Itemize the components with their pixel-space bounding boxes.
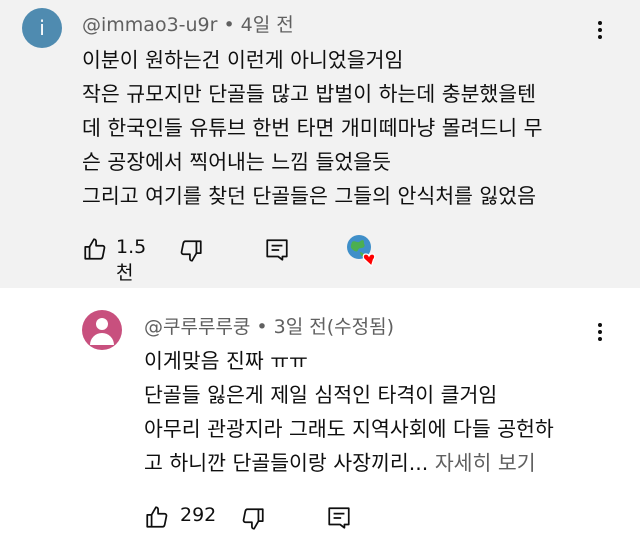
creator-heart-icon: [347, 235, 376, 268]
avatar[interactable]: i: [22, 8, 62, 48]
comment-line: 작은 규모지만 단골들 많고 밥벌이 하는데 충분했을텐: [82, 82, 537, 106]
comment-meta: @쿠루루루쿵 • 3일 전(수정됨): [144, 312, 394, 339]
comment-line: 아무리 관광지라 그래도 지역사회에 다들 공헌하: [144, 417, 554, 441]
avatar[interactable]: [82, 310, 122, 350]
comment-meta: @immao3-u9r • 4일 전: [82, 10, 294, 37]
comment-line: 그리고 여기를 찾던 단골들은 그들의 안식처를 잃었음: [82, 184, 537, 208]
thumb-up-icon[interactable]: [144, 504, 170, 530]
comment-line-text: 고 하니깐 단골들이랑 사장끼리...: [144, 451, 429, 475]
reply-icon[interactable]: [326, 505, 352, 531]
like-count: 292: [180, 504, 217, 526]
comment-line: 단골들 잃은게 제일 심적인 타격이 클거임: [144, 383, 498, 407]
avatar-head-shape: [96, 318, 108, 330]
like-count: 1.5천: [116, 236, 147, 284]
reply-icon[interactable]: [264, 237, 290, 263]
author-name[interactable]: @immao3-u9r: [82, 14, 217, 36]
avatar-letter: i: [39, 16, 45, 40]
comment-line: 슨 공장에서 찍어내는 느낌 들었을듯: [82, 150, 391, 174]
thumb-up-icon[interactable]: [82, 236, 108, 262]
comment-line: 이분이 원하는건 이런게 아니었을거임: [82, 48, 404, 72]
comment-time[interactable]: 3일 전(수정됨): [274, 316, 394, 338]
kebab-menu-icon[interactable]: [588, 318, 612, 346]
kebab-menu-icon[interactable]: [588, 16, 612, 44]
comment-time[interactable]: 4일 전: [241, 14, 294, 36]
comment-line: 고 하니깐 단골들이랑 사장끼리... 자세히 보기: [144, 446, 594, 480]
thumb-down-icon[interactable]: [178, 238, 204, 264]
avatar-body-shape: [90, 333, 114, 345]
read-more-link[interactable]: 자세히 보기: [435, 451, 536, 475]
comment-1: i @immao3-u9r • 4일 전 이분이 원하는건 이런게 아니었을거임 작…: [0, 0, 640, 288]
author-name[interactable]: @쿠루루루쿵: [144, 316, 250, 338]
comment-text: 이게맞음 진짜 ㅠㅠ 단골들 잃은게 제일 심적인 타격이 클거임 아무리 관광…: [144, 344, 594, 480]
comment-line: 이게맞음 진짜 ㅠㅠ: [144, 349, 308, 373]
comment-line: 데 한국인들 유튜브 한번 타면 개미떼마냥 몰려드니 무: [82, 116, 543, 140]
thumb-down-icon[interactable]: [240, 506, 266, 532]
meta-separator: •: [223, 14, 235, 36]
meta-separator: •: [256, 316, 268, 338]
comment-text: 이분이 원하는건 이런게 아니었을거임 작은 규모지만 단골들 많고 밥벌이 하…: [82, 43, 612, 213]
